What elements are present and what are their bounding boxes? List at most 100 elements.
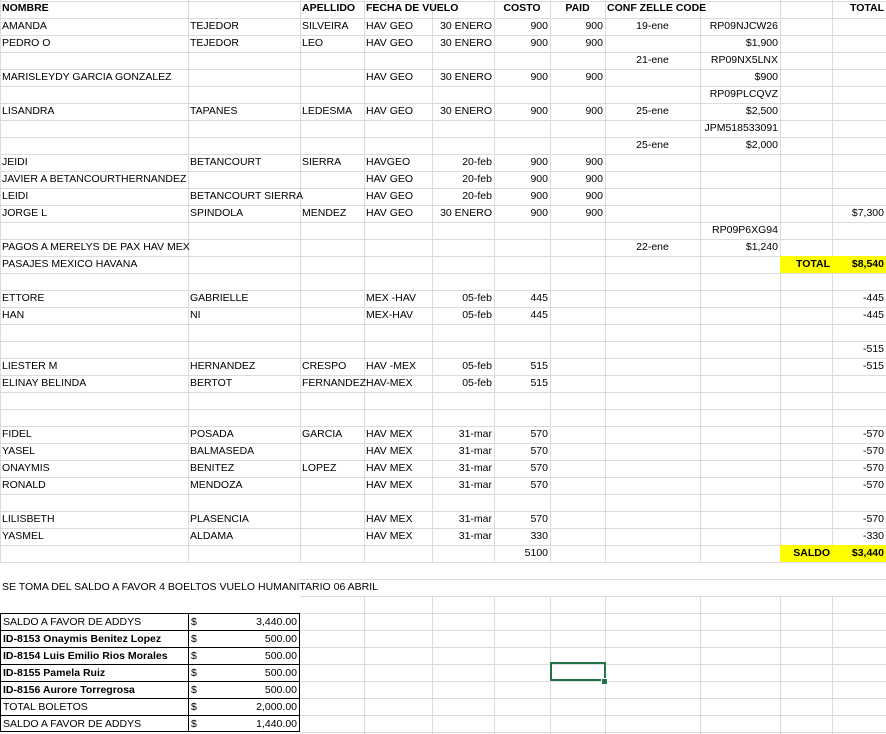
cell-f-row-28[interactable]: 570 (494, 477, 550, 494)
cell-k-row-30[interactable]: -570 (832, 511, 886, 528)
header-fecha-de-vuelo[interactable]: FECHA DE VUELO (364, 0, 494, 17)
header-nombre[interactable]: NOMBRE (0, 0, 188, 17)
cell-i-row-14[interactable]: $1,240 (700, 239, 780, 256)
cell-c-row-25[interactable]: GARCIA (300, 426, 364, 443)
summary-amount[interactable]: 2,000.00 (208, 698, 300, 715)
cell-f-row-2[interactable]: 900 (494, 35, 550, 52)
cell-d-row-30[interactable]: HAV MEX (364, 511, 432, 528)
cell-k-row-28[interactable]: -570 (832, 477, 886, 494)
cell-f-row-10[interactable]: 900 (494, 171, 550, 188)
summary-currency[interactable]: $ (188, 613, 208, 630)
cell-b-row-6[interactable]: TAPANES (188, 103, 300, 120)
cell-b-row-11[interactable]: BETANCOURT SIERRA (188, 188, 303, 205)
summary-amount[interactable]: 500.00 (208, 664, 300, 681)
cell-d-row-12[interactable]: HAV GEO (364, 205, 432, 222)
cell-d-row-2[interactable]: HAV GEO (364, 35, 432, 52)
cell-b-row-18[interactable]: NI (188, 307, 300, 324)
cell-a-row-26[interactable]: YASEL (0, 443, 188, 460)
cell-b-row-27[interactable]: BENITEZ (188, 460, 300, 477)
cell-k-row-27[interactable]: -570 (832, 460, 886, 477)
cell-a-row-4[interactable]: MARISLEYDY GARCIA GONZALEZ (0, 69, 188, 86)
cell-a-row-15[interactable]: PASAJES MEXICO HAVANA (0, 256, 188, 273)
cell-g-row-2[interactable]: 900 (550, 35, 605, 52)
cell-i-row-3[interactable]: RP09NX5LNX (700, 52, 780, 69)
cell-e-row-21[interactable]: 05-feb (432, 358, 494, 375)
cell-a-row-25[interactable]: FIDEL (0, 426, 188, 443)
summary-amount[interactable]: 3,440.00 (208, 613, 300, 630)
cell-b-row-17[interactable]: GABRIELLE (188, 290, 300, 307)
cell-k-row-21[interactable]: -515 (832, 358, 886, 375)
header-conf-zelle-code[interactable]: CONF ZELLE CODE (605, 0, 780, 17)
cell-f-row-1[interactable]: 900 (494, 18, 550, 35)
cell-c-row-21[interactable]: CRESPO (300, 358, 364, 375)
cell-k-row-25[interactable]: -570 (832, 426, 886, 443)
cell-d-row-11[interactable]: HAV GEO (364, 188, 432, 205)
cell-a-row-1[interactable]: AMANDA (0, 18, 188, 35)
cell-i-row-4[interactable]: $900 (700, 69, 780, 86)
cell-e-row-27[interactable]: 31-mar (432, 460, 494, 477)
cell-e-row-31[interactable]: 31-mar (432, 528, 494, 545)
cell-b-row-25[interactable]: POSADA (188, 426, 300, 443)
summary-amount[interactable]: 1,440.00 (208, 715, 300, 732)
summary-currency[interactable]: $ (188, 664, 208, 681)
cell-d-row-9[interactable]: HAVGEO (364, 154, 432, 171)
cell-d-row-25[interactable]: HAV MEX (364, 426, 432, 443)
cell-c-row-22[interactable]: FERNANDEZ (300, 375, 366, 392)
cell-d-row-21[interactable]: HAV -MEX (364, 358, 432, 375)
cell-g-row-6[interactable]: 900 (550, 103, 605, 120)
cell-e-row-26[interactable]: 31-mar (432, 443, 494, 460)
cell-f-row-4[interactable]: 900 (494, 69, 550, 86)
cell-a-row-28[interactable]: RONALD (0, 477, 188, 494)
cell-d-row-26[interactable]: HAV MEX (364, 443, 432, 460)
cell-c-row-12[interactable]: MENDEZ (300, 205, 364, 222)
cell-g-row-1[interactable]: 900 (550, 18, 605, 35)
cell-f-row-22[interactable]: 515 (494, 375, 550, 392)
summary-currency[interactable]: $ (188, 630, 208, 647)
cell-d-row-4[interactable]: HAV GEO (364, 69, 432, 86)
cell-c-row-1[interactable]: SILVEIRA (300, 18, 364, 35)
summary-label[interactable]: TOTAL BOLETOS (0, 698, 188, 715)
cell-f-row-26[interactable]: 570 (494, 443, 550, 460)
cell-b-row-2[interactable]: TEJEDOR (188, 35, 300, 52)
cell-c-row-6[interactable]: LEDESMA (300, 103, 364, 120)
cell-g-row-11[interactable]: 900 (550, 188, 605, 205)
cell-b-row-26[interactable]: BALMASEDA (188, 443, 300, 460)
cell-f-row-18[interactable]: 445 (494, 307, 550, 324)
cell-f-row-12[interactable]: 900 (494, 205, 550, 222)
cell-f-row-27[interactable]: 570 (494, 460, 550, 477)
cell-i-row-7[interactable]: JPM518533091 (700, 120, 780, 137)
cell-k-row-20[interactable]: -515 (832, 341, 886, 358)
cell-f-row-31[interactable]: 330 (494, 528, 550, 545)
cell-i-row-13[interactable]: RP09P6XG94 (700, 222, 780, 239)
cell-e-row-12[interactable]: 30 ENERO (432, 205, 494, 222)
cell-c-row-27[interactable]: LOPEZ (300, 460, 364, 477)
cell-d-row-6[interactable]: HAV GEO (364, 103, 432, 120)
cell-f-row-17[interactable]: 445 (494, 290, 550, 307)
cell-a-row-18[interactable]: HAN (0, 307, 188, 324)
cell-f-row-25[interactable]: 570 (494, 426, 550, 443)
cell-h-row-6[interactable]: 25-ene (605, 103, 700, 120)
summary-label[interactable]: ID-8154 Luis Emilio Rios Morales (0, 647, 188, 664)
cell-a-row-12[interactable]: JORGE L (0, 205, 188, 222)
cell-a-row-27[interactable]: ONAYMIS (0, 460, 188, 477)
cell-f-row-9[interactable]: 900 (494, 154, 550, 171)
fill-handle[interactable] (601, 678, 608, 685)
cell-i-row-2[interactable]: $1,900 (700, 35, 780, 52)
note-text[interactable]: SE TOMA DEL SALDO A FAVOR 4 BOELTOS VUEL… (0, 579, 500, 596)
cell-a-row-17[interactable]: ETTORE (0, 290, 188, 307)
cell-e-row-9[interactable]: 20-feb (432, 154, 494, 171)
cell-a-row-14[interactable]: PAGOS A MERELYS DE PAX HAV MEX (0, 239, 190, 256)
cell-i-row-8[interactable]: $2,000 (700, 137, 780, 154)
cell-g-row-12[interactable]: 900 (550, 205, 605, 222)
summary-currency[interactable]: $ (188, 681, 208, 698)
cell-d-row-27[interactable]: HAV MEX (364, 460, 432, 477)
cell-i-row-1[interactable]: RP09NJCW26 (700, 18, 780, 35)
summary-amount[interactable]: 500.00 (208, 630, 300, 647)
cell-e-row-1[interactable]: 30 ENERO (432, 18, 494, 35)
cell-d-row-10[interactable]: HAV GEO (364, 171, 432, 188)
cell-a-row-2[interactable]: PEDRO O (0, 35, 188, 52)
cell-h-row-3[interactable]: 21-ene (605, 52, 700, 69)
summary-amount[interactable]: 500.00 (208, 647, 300, 664)
cell-c-row-9[interactable]: SIERRA (300, 154, 364, 171)
cell-b-row-9[interactable]: BETANCOURT (188, 154, 300, 171)
